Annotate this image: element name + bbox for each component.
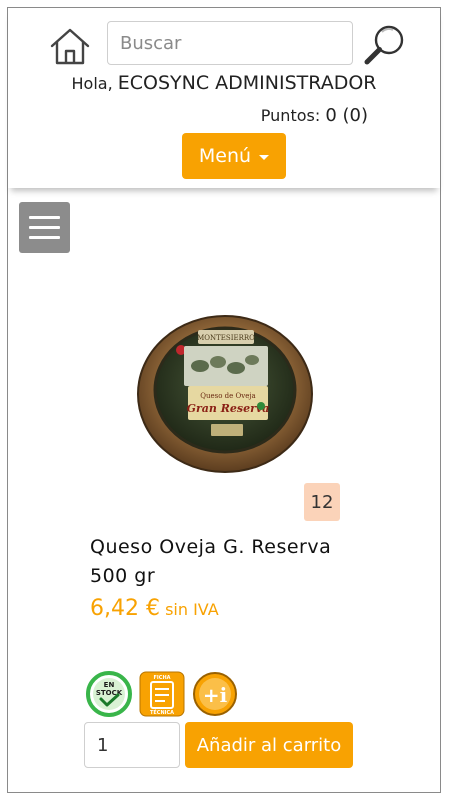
label-grade-text: Gran Reserva <box>187 402 270 415</box>
product-image[interactable]: MONTESIERRO Queso de Oveja Gran Reserva <box>136 308 314 476</box>
points-display: Puntos: 0 (0) <box>261 105 368 126</box>
quantity-badge: 12 <box>304 483 340 521</box>
hamburger-icon-bar <box>29 236 60 239</box>
caret-down-icon <box>259 154 270 160</box>
sidebar-toggle-button[interactable] <box>19 202 70 253</box>
points-label: Puntos: <box>260 106 321 125</box>
app-frame: Hola, ECOSYNC ADMINISTRADOR Puntos: 0 (0… <box>7 7 441 793</box>
product-name[interactable]: Queso Oveja G. Reserva 500 gr <box>90 533 390 591</box>
stock-icon: EN STOCK <box>86 671 132 717</box>
search-icon <box>364 25 404 65</box>
cheese-image: MONTESIERRO Queso de Oveja Gran Reserva <box>137 315 313 473</box>
info-text: +i <box>203 683 228 707</box>
home-button[interactable] <box>48 26 92 66</box>
label-type-text: Queso de Oveja <box>200 392 255 400</box>
stock-text-line1: EN <box>104 681 115 689</box>
price-amount: 6,42 € <box>90 596 160 621</box>
product-price: 6,42 € sin IVA <box>90 596 219 621</box>
greeting-prefix: Hola, <box>71 74 113 93</box>
hamburger-icon <box>29 216 60 219</box>
user-name: ECOSYNC ADMINISTRADOR <box>117 72 377 94</box>
quantity-input[interactable] <box>84 722 180 768</box>
sheet-text-line1: FICHA <box>154 675 171 681</box>
hamburger-icon-bar <box>29 226 60 229</box>
label-brand-text: MONTESIERRO <box>197 334 255 342</box>
search-input[interactable] <box>107 21 353 65</box>
add-to-cart-button[interactable]: Añadir al carrito <box>185 722 353 768</box>
price-vat-note: sin IVA <box>165 600 219 619</box>
menu-button[interactable]: Menú <box>182 133 286 179</box>
sheet-text-line2: TÉCNICA <box>150 708 174 716</box>
search-button[interactable] <box>362 22 408 68</box>
technical-sheet-icon[interactable]: FICHA TÉCNICA <box>139 671 185 717</box>
menu-label: Menú <box>198 145 252 167</box>
info-icon[interactable]: +i <box>192 671 238 717</box>
header: Hola, ECOSYNC ADMINISTRADOR Puntos: 0 (0… <box>8 8 440 188</box>
product-name-line2: 500 gr <box>90 565 156 587</box>
points-value: 0 (0) <box>325 105 368 126</box>
product-name-line1: Queso Oveja G. Reserva <box>90 536 332 558</box>
greeting: Hola, ECOSYNC ADMINISTRADOR <box>8 72 440 94</box>
home-icon <box>50 28 90 65</box>
